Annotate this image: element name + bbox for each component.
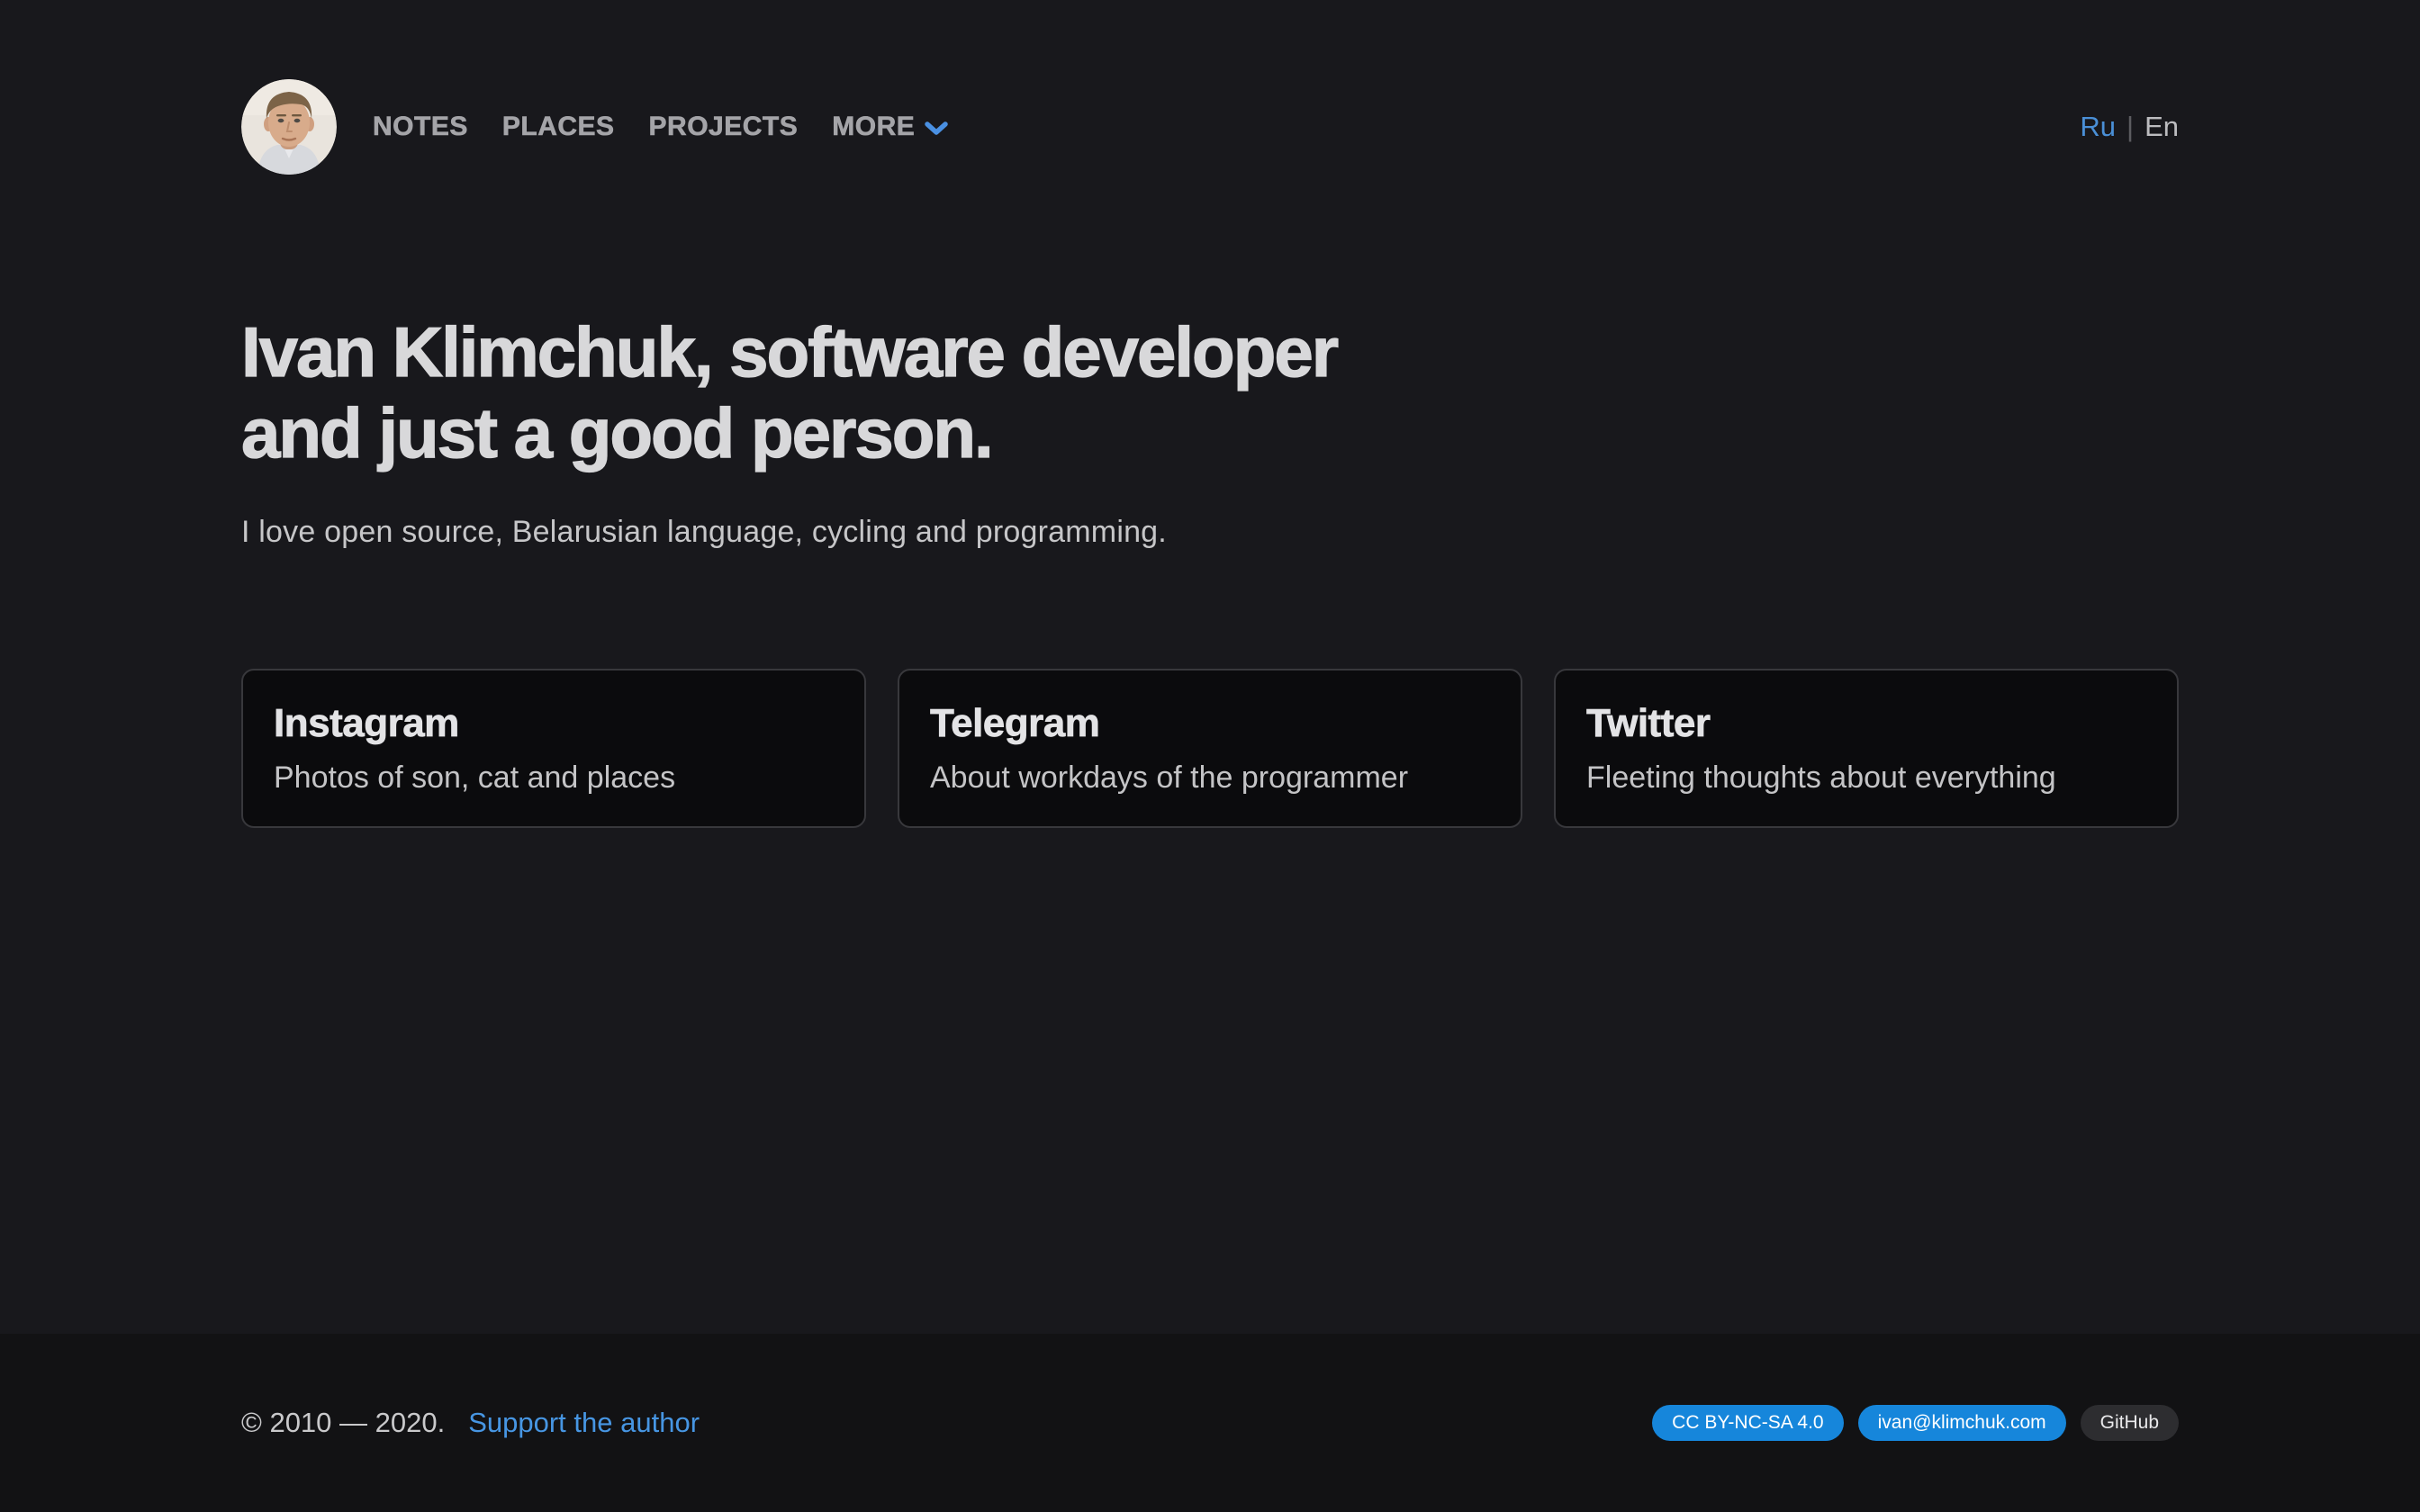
license-badge[interactable]: CC BY-NC-SA 4.0 (1652, 1405, 1843, 1441)
avatar[interactable] (241, 79, 337, 175)
main-content: Ivan Klimchuk, software developer and ju… (241, 175, 2179, 1334)
card-twitter-title: Twitter (1586, 701, 2146, 746)
email-badge[interactable]: ivan@klimchuk.com (1858, 1405, 2066, 1441)
lang-divider: | (2127, 111, 2134, 143)
nav-more-label: MORE (832, 112, 915, 142)
card-twitter-description: Fleeting thoughts about everything (1586, 760, 2146, 796)
card-instagram[interactable]: Instagram Photos of son, cat and places (241, 669, 866, 828)
nav-notes[interactable]: NOTES (373, 112, 468, 142)
page-title: Ivan Klimchuk, software developer and ju… (241, 311, 2179, 473)
main-nav: NOTES PLACES PROJECTS MORE (373, 112, 949, 142)
chevron-down-icon (924, 121, 949, 137)
social-cards: Instagram Photos of son, cat and places … (241, 669, 2179, 828)
nav-places[interactable]: PLACES (502, 112, 615, 142)
language-switcher: Ru | En (2080, 111, 2179, 143)
support-author-link[interactable]: Support the author (468, 1407, 700, 1439)
lang-en-link[interactable]: En (2145, 111, 2179, 143)
page-title-line-1: Ivan Klimchuk, software developer (241, 311, 2179, 392)
nav-more[interactable]: MORE (832, 112, 949, 142)
avatar-image (241, 79, 337, 175)
card-telegram-title: Telegram (930, 701, 1490, 746)
card-instagram-title: Instagram (274, 701, 834, 746)
lang-ru-link[interactable]: Ru (2080, 111, 2116, 143)
site-header: NOTES PLACES PROJECTS MORE Ru | En (241, 0, 2179, 175)
card-telegram[interactable]: Telegram About workdays of the programme… (898, 669, 1522, 828)
card-instagram-description: Photos of son, cat and places (274, 760, 834, 796)
nav-projects[interactable]: PROJECTS (649, 112, 799, 142)
page-subtitle: I love open source, Belarusian language,… (241, 515, 2179, 550)
github-badge[interactable]: GitHub (2081, 1405, 2179, 1441)
site-footer: © 2010 — 2020. Support the author CC BY-… (0, 1334, 2420, 1512)
card-telegram-description: About workdays of the programmer (930, 760, 1490, 796)
page: NOTES PLACES PROJECTS MORE Ru | En Ivan … (0, 0, 2420, 1512)
footer-badges: CC BY-NC-SA 4.0 ivan@klimchuk.com GitHub (1652, 1405, 2179, 1441)
card-twitter[interactable]: Twitter Fleeting thoughts about everythi… (1554, 669, 2179, 828)
copyright-text: © 2010 — 2020. (241, 1407, 445, 1439)
page-title-line-2: and just a good person. (241, 392, 2179, 473)
